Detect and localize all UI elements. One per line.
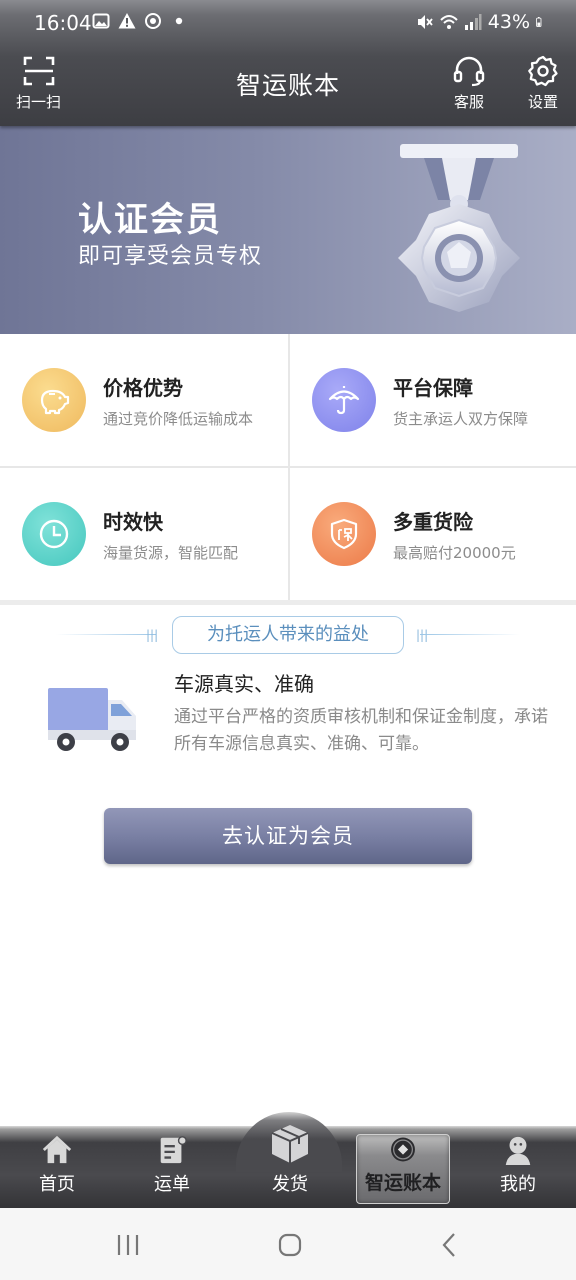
profile-icon bbox=[505, 1136, 531, 1166]
tab-label: 智运账本 bbox=[364, 1172, 441, 1194]
benefit-cargo-insurance: 多重货险 最高赔付20000元 bbox=[290, 468, 576, 600]
clock-icon bbox=[39, 519, 69, 549]
recents-icon bbox=[117, 1235, 139, 1255]
tab-label: 发货 bbox=[272, 1174, 308, 1195]
benefit-title: 时效快 bbox=[103, 510, 163, 534]
tab-ship[interactable]: 发货 bbox=[244, 1120, 336, 1204]
tab-label: 运单 bbox=[154, 1174, 190, 1195]
tab-ledger[interactable]: 智运账本 bbox=[356, 1134, 450, 1204]
warning-icon bbox=[118, 13, 136, 29]
page-title: 智运账本 bbox=[235, 71, 340, 100]
signal-icon bbox=[464, 14, 482, 30]
divider-bars-icon: ||| bbox=[146, 628, 159, 642]
benefit-desc: 通过竞价降低运输成本 bbox=[103, 410, 254, 428]
status-icons-left bbox=[92, 12, 188, 30]
status-time: 16:04 bbox=[34, 11, 92, 35]
package-icon bbox=[271, 1125, 309, 1163]
wifi-icon bbox=[440, 15, 458, 29]
banner-subtitle: 即可享受会员专权 bbox=[78, 244, 263, 269]
tab-home[interactable]: 首页 bbox=[11, 1134, 103, 1204]
home-icon bbox=[42, 1135, 72, 1164]
home-circle-icon bbox=[278, 1233, 302, 1257]
benefit-icon-circle bbox=[312, 368, 376, 432]
top-header: 16:04 43% 扫一扫 智运账本 客服 设置 bbox=[0, 0, 576, 126]
status-bar: 16:04 43% bbox=[0, 0, 576, 48]
benefit-icon-circle bbox=[22, 368, 86, 432]
tab-waybill[interactable]: 运单 bbox=[126, 1134, 218, 1204]
sync-icon bbox=[145, 13, 161, 29]
divider-line bbox=[420, 634, 520, 635]
benefit-desc: 最高赔付20000元 bbox=[393, 544, 516, 562]
ledger-icon bbox=[391, 1137, 415, 1162]
benefit-title: 价格优势 bbox=[103, 376, 183, 400]
home-nav-button[interactable] bbox=[270, 1228, 310, 1262]
benefit-fast-delivery: 时效快 海量货源，智能匹配 bbox=[0, 468, 288, 600]
back-chevron-icon bbox=[442, 1233, 455, 1257]
benefit-desc: 货主承运人双方保障 bbox=[393, 410, 529, 428]
tab-profile[interactable]: 我的 bbox=[472, 1134, 564, 1204]
title-bar: 扫一扫 智运账本 客服 设置 bbox=[0, 48, 576, 126]
settings-label: 设置 bbox=[527, 93, 558, 111]
piggy-bank-icon bbox=[40, 389, 70, 415]
image-icon bbox=[92, 13, 110, 29]
recents-button[interactable] bbox=[108, 1228, 148, 1262]
mute-icon bbox=[417, 15, 433, 29]
benefit-icon-circle bbox=[312, 502, 376, 566]
advantage-header-label: 为托运人带来的益处 bbox=[172, 616, 404, 654]
benefit-icon-circle bbox=[22, 502, 86, 566]
battery-icon bbox=[536, 17, 542, 27]
tab-label: 我的 bbox=[500, 1174, 536, 1195]
benefit-title: 平台保障 bbox=[393, 376, 473, 400]
advantage-text: 通过平台严格的资质审核机制和保证金制度，承诺所有车源信息真实、准确、可靠。 bbox=[174, 707, 548, 754]
section-divider bbox=[0, 600, 576, 605]
tab-label: 首页 bbox=[39, 1174, 75, 1195]
truck-icon bbox=[48, 688, 136, 751]
advantage-header: ||| 为托运人带来的益处 ||| bbox=[0, 614, 576, 656]
medal-icon bbox=[398, 144, 520, 312]
status-icons-right: 43% bbox=[416, 11, 546, 33]
gear-icon bbox=[528, 55, 558, 87]
become-member-button[interactable]: 去认证为会员 bbox=[104, 808, 472, 864]
divider-bars-icon: ||| bbox=[416, 628, 429, 642]
system-nav-bar bbox=[0, 1208, 576, 1280]
settings-button[interactable]: 设置 bbox=[526, 54, 560, 112]
insurance-shield-icon bbox=[330, 518, 358, 550]
umbrella-icon bbox=[328, 386, 360, 415]
banner-title: 认证会员 bbox=[78, 200, 222, 240]
service-label: 客服 bbox=[453, 93, 484, 111]
waybill-icon bbox=[160, 1136, 187, 1164]
benefit-platform-guarantee: 平台保障 货主承运人双方保障 bbox=[290, 334, 576, 466]
membership-banner: 认证会员 即可享受会员专权 bbox=[0, 126, 576, 334]
benefit-title: 多重货险 bbox=[393, 510, 473, 534]
dot-icon bbox=[175, 17, 183, 25]
headset-icon bbox=[453, 56, 485, 87]
benefit-price-advantage: 价格优势 通过竞价降低运输成本 bbox=[0, 334, 288, 466]
benefit-grid: 价格优势 通过竞价降低运输成本 平台保障 货主承运人双方保障 时效快 海量货源，… bbox=[0, 334, 576, 600]
divider-line bbox=[56, 634, 156, 635]
customer-service-button[interactable]: 客服 bbox=[452, 54, 486, 112]
back-button[interactable] bbox=[430, 1228, 470, 1262]
battery-percent: 43% bbox=[487, 11, 530, 33]
advantage-title: 车源真实、准确 bbox=[174, 672, 314, 696]
benefit-desc: 海量货源，智能匹配 bbox=[103, 544, 239, 562]
